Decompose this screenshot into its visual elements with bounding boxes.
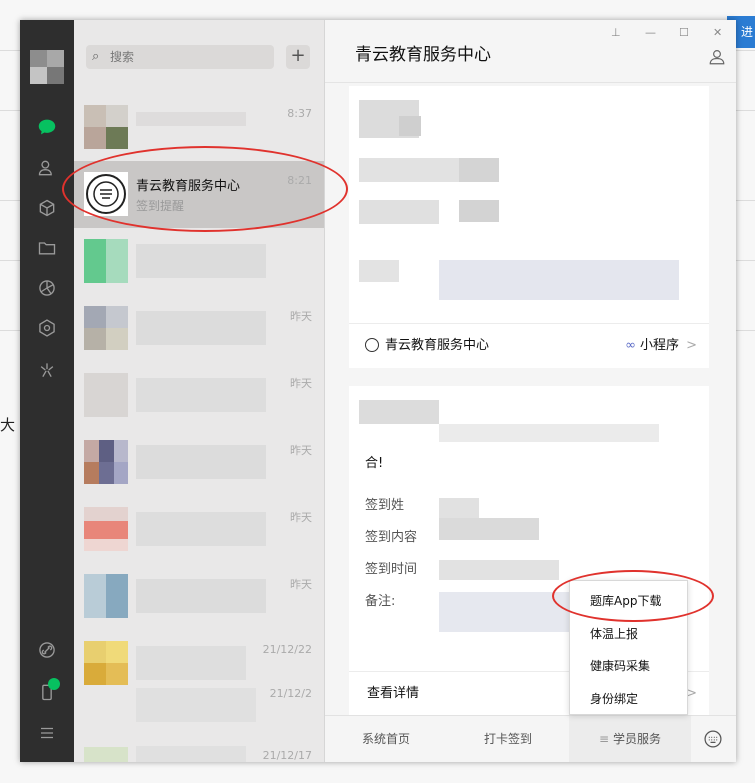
source-logo-icon bbox=[365, 338, 379, 352]
chat-item[interactable]: 昨天 bbox=[74, 295, 324, 362]
source-name: 青云教育服务中心 bbox=[385, 338, 490, 353]
keyboard-icon[interactable] bbox=[703, 729, 723, 753]
add-button[interactable]: + bbox=[286, 45, 310, 69]
chat-time: 昨天 bbox=[290, 310, 312, 323]
service-menu-bar: 系统首页 打卡签到 ≡ 学员服务 bbox=[325, 715, 736, 762]
chat-item[interactable]: 21/12/17 bbox=[74, 736, 324, 762]
chat-item[interactable]: 昨天 bbox=[74, 496, 324, 563]
chat-item[interactable]: 21/12/2 bbox=[74, 674, 324, 741]
blurred-name bbox=[136, 244, 266, 278]
blurred-name bbox=[136, 688, 256, 722]
chat-item[interactable] bbox=[74, 228, 324, 295]
search-icon: ⌕ bbox=[92, 49, 100, 64]
look-icon[interactable] bbox=[34, 360, 60, 386]
chat-time: 昨天 bbox=[290, 377, 312, 390]
conversation-title: 青云教育服务中心 bbox=[355, 45, 491, 65]
chat-avatar bbox=[84, 373, 128, 417]
chat-time: 21/12/2 bbox=[269, 687, 312, 700]
background-text: 大 bbox=[0, 416, 16, 434]
chat-avatar bbox=[84, 306, 128, 350]
pin-icon[interactable]: ⊥ bbox=[611, 26, 621, 39]
miniprogram-icon[interactable] bbox=[34, 318, 60, 344]
chat-avatar bbox=[84, 574, 128, 618]
view-details-label: 查看详情 bbox=[367, 686, 420, 701]
chat-icon[interactable] bbox=[34, 116, 60, 142]
blurred-name bbox=[136, 512, 266, 546]
submenu-health-code[interactable]: 健康码采集 bbox=[590, 657, 650, 674]
menu-home[interactable]: 系统首页 bbox=[325, 716, 447, 762]
header-divider bbox=[325, 82, 736, 83]
miniprogram-text: 小程序 bbox=[639, 338, 679, 353]
blurred-name bbox=[136, 112, 246, 126]
chat-time: 21/12/17 bbox=[262, 749, 312, 762]
moments-icon[interactable] bbox=[34, 278, 60, 304]
submenu-temperature-report[interactable]: 体温上报 bbox=[590, 625, 638, 642]
search-input[interactable]: ⌕ 搜索 bbox=[86, 45, 274, 69]
chat-list: ⌕ 搜索 + 8:37 青云教育服务中心 签到提醒 8:21 昨天 昨天 昨天 … bbox=[74, 20, 325, 762]
blurred-name bbox=[136, 378, 266, 412]
background-button-label: 进 bbox=[740, 25, 753, 39]
phone-icon[interactable] bbox=[34, 678, 60, 708]
blurred-name bbox=[136, 746, 246, 762]
folder-icon[interactable] bbox=[34, 238, 60, 264]
my-avatar[interactable] bbox=[30, 50, 64, 84]
miniprogram-link-icon: ∞ bbox=[625, 338, 636, 353]
chat-time: 8:37 bbox=[287, 107, 312, 120]
chat-avatar bbox=[84, 507, 128, 551]
favorites-icon[interactable] bbox=[34, 198, 60, 224]
menu-list-icon: ≡ bbox=[598, 732, 610, 746]
blurred-name bbox=[136, 579, 266, 613]
nav-sidebar bbox=[20, 20, 74, 762]
close-icon[interactable]: ✕ bbox=[713, 26, 722, 39]
miniprogram-card[interactable]: 青云教育服务中心 ∞ 小程序 > bbox=[349, 86, 709, 368]
chat-item[interactable]: 昨天 bbox=[74, 563, 324, 630]
minimize-icon[interactable]: — bbox=[645, 26, 656, 39]
profile-icon[interactable] bbox=[708, 48, 726, 70]
annotation-oval-chat bbox=[62, 146, 348, 232]
contacts-icon[interactable] bbox=[34, 158, 60, 184]
annotation-oval-menu bbox=[552, 570, 714, 622]
miniprogram-footer[interactable]: 青云教育服务中心 ∞ 小程序 > bbox=[349, 323, 709, 368]
blurred-name bbox=[136, 445, 266, 479]
chevron-right-icon: > bbox=[686, 338, 697, 353]
blurred-content bbox=[349, 86, 709, 322]
chat-time: 昨天 bbox=[290, 444, 312, 457]
link-icon[interactable] bbox=[34, 640, 60, 666]
submenu-identity-binding[interactable]: 身份绑定 bbox=[590, 690, 638, 707]
chat-item[interactable]: 昨天 bbox=[74, 362, 324, 429]
menu-checkin[interactable]: 打卡签到 bbox=[447, 716, 569, 762]
chat-avatar bbox=[84, 239, 128, 283]
chat-avatar bbox=[84, 747, 128, 762]
chat-time: 昨天 bbox=[290, 578, 312, 591]
menu-icon[interactable] bbox=[34, 724, 60, 750]
notification-badge bbox=[48, 678, 60, 690]
search-placeholder: 搜索 bbox=[110, 50, 135, 64]
chat-avatar bbox=[84, 440, 128, 484]
menu-student-service-label: 学员服务 bbox=[613, 732, 662, 746]
maximize-icon[interactable]: ☐ bbox=[679, 26, 689, 39]
chat-avatar bbox=[84, 105, 128, 149]
chat-time: 21/12/22 bbox=[262, 643, 312, 656]
menu-student-service[interactable]: ≡ 学员服务 bbox=[569, 716, 691, 762]
blurred-name bbox=[136, 311, 266, 345]
chat-item[interactable]: 昨天 bbox=[74, 429, 324, 496]
miniprogram-label: ∞ 小程序 bbox=[625, 324, 679, 368]
chat-time: 昨天 bbox=[290, 511, 312, 524]
